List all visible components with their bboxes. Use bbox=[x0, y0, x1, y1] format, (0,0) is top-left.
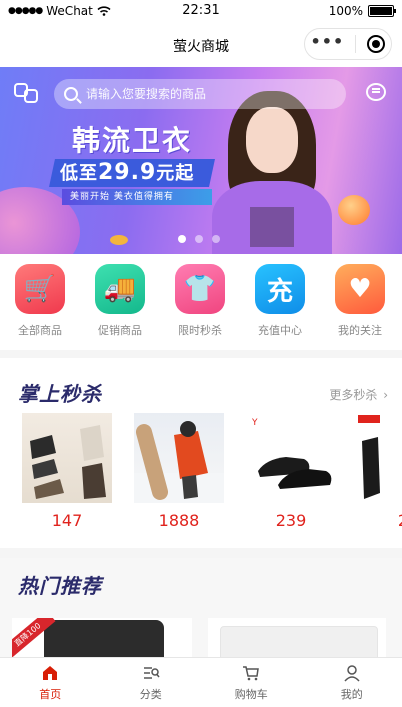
product-card[interactable]: 147 bbox=[22, 413, 112, 533]
battery-percent: 100% bbox=[328, 4, 363, 18]
category-all-products[interactable]: 🛒 全部商品 bbox=[0, 262, 80, 342]
cart-icon bbox=[243, 665, 260, 680]
phone-screen: ●●●●● WeChat 22:31 100% 萤火商城 ••• 请输入您要搜索… bbox=[0, 0, 402, 707]
home-icon bbox=[43, 665, 58, 680]
category-label: 我的关注 bbox=[338, 324, 382, 337]
message-icon[interactable] bbox=[366, 83, 386, 101]
recharge-icon: 充 bbox=[255, 264, 305, 314]
svg-text:Y: Y bbox=[251, 418, 258, 428]
product-card[interactable]: 2 bbox=[358, 413, 402, 533]
cart-glyph: 🛒 bbox=[23, 274, 57, 304]
bottom-tab-bar: 首页 分类 购物车 我的 bbox=[0, 657, 402, 707]
banner-headline: 韩流卫衣 bbox=[72, 124, 193, 157]
category-promotions[interactable]: 🚚 促销商品 bbox=[80, 262, 160, 342]
product-price: 2 bbox=[358, 511, 402, 530]
truck-icon: 🚚 bbox=[95, 264, 145, 314]
tab-profile[interactable]: 我的 bbox=[302, 658, 402, 707]
recommend-card[interactable]: 直降100 bbox=[12, 618, 192, 662]
recommend-card[interactable] bbox=[208, 618, 386, 662]
price-suffix: 元起 bbox=[156, 163, 195, 184]
category-favorites[interactable]: ♥ 我的关注 bbox=[320, 262, 400, 342]
carousel-indicator bbox=[178, 235, 220, 243]
more-flash-sale-link[interactable]: 更多秒杀 › bbox=[329, 386, 388, 403]
search-input[interactable] bbox=[86, 87, 316, 101]
tab-label: 首页 bbox=[39, 687, 62, 701]
model-face bbox=[246, 107, 298, 173]
logo-icon bbox=[14, 81, 42, 105]
carousel-dot[interactable] bbox=[195, 235, 203, 243]
product-image-shoes: Y bbox=[246, 413, 336, 503]
tab-home[interactable]: 首页 bbox=[0, 658, 101, 707]
banner-subtitle: 美丽开始 美衣值得拥有 bbox=[70, 192, 174, 202]
price-value: 29.9 bbox=[98, 160, 157, 185]
heart-glyph: ♥ bbox=[348, 274, 372, 304]
product-price: 147 bbox=[51, 511, 83, 530]
tab-label: 分类 bbox=[139, 687, 162, 701]
product-card[interactable]: Y 239 bbox=[246, 413, 336, 533]
search-icon bbox=[64, 87, 78, 101]
category-recharge[interactable]: 充 充值中心 bbox=[240, 262, 320, 342]
banner-price: 低至29.9元起 bbox=[60, 159, 194, 188]
product-price: 1888 bbox=[158, 511, 200, 530]
carousel-dot[interactable] bbox=[178, 235, 186, 243]
category-grid: 🛒 全部商品 🚚 促销商品 👕 限时秒杀 充 充值中心 ♥ 我的关注 bbox=[0, 262, 402, 342]
banner-decoration bbox=[338, 195, 370, 225]
target-close-icon[interactable] bbox=[367, 35, 386, 53]
truck-glyph: 🚚 bbox=[103, 274, 137, 304]
carousel-dot[interactable] bbox=[212, 235, 220, 243]
price-prefix: 低至 bbox=[60, 163, 98, 184]
product-image-boots bbox=[22, 413, 112, 503]
product-image-device bbox=[44, 620, 164, 662]
tab-label: 购物车 bbox=[234, 687, 268, 701]
hot-recommend-title: 热门推荐 bbox=[18, 574, 102, 598]
product-card[interactable]: 1888 bbox=[134, 413, 224, 533]
user-icon bbox=[344, 664, 360, 682]
tab-label: 我的 bbox=[340, 687, 363, 701]
section-divider bbox=[0, 350, 402, 358]
battery-icon bbox=[368, 5, 396, 17]
category-label: 全部商品 bbox=[18, 324, 62, 337]
heart-icon: ♥ bbox=[335, 264, 385, 314]
shirt-glyph: 👕 bbox=[183, 274, 217, 304]
recharge-glyph: 充 bbox=[266, 276, 293, 307]
tab-cart[interactable]: 购物车 bbox=[201, 658, 302, 707]
status-right: 100% bbox=[328, 4, 396, 18]
ellipsis-icon[interactable]: ••• bbox=[311, 34, 345, 50]
navigation-bar: 萤火商城 ••• bbox=[0, 22, 402, 67]
product-image-snowboard bbox=[134, 413, 224, 503]
flash-sale-product-list: 147 1888 Y 239 bbox=[22, 413, 402, 533]
flash-sale-title: 掌上秒杀 bbox=[18, 382, 102, 406]
category-flash-sale[interactable]: 👕 限时秒杀 bbox=[160, 262, 240, 342]
category-icon bbox=[143, 666, 160, 679]
status-bar: ●●●●● WeChat 22:31 100% bbox=[0, 0, 402, 22]
banner-model-image bbox=[212, 89, 332, 254]
capsule-divider bbox=[355, 35, 357, 53]
tab-category[interactable]: 分类 bbox=[101, 658, 202, 707]
product-image-partial bbox=[358, 413, 402, 503]
category-label: 限时秒杀 bbox=[178, 324, 222, 337]
hoodie-print bbox=[250, 207, 294, 247]
category-label: 促销商品 bbox=[98, 324, 142, 337]
product-price: 239 bbox=[275, 511, 307, 530]
banner-decoration bbox=[110, 235, 128, 245]
promo-banner[interactable]: 韩流卫衣 低至29.9元起 美丽开始 美衣值得拥有 bbox=[0, 67, 402, 254]
chevron-right-icon: › bbox=[383, 388, 388, 402]
shirt-icon: 👕 bbox=[175, 264, 225, 314]
section-divider bbox=[0, 548, 402, 558]
category-label: 充值中心 bbox=[258, 324, 302, 337]
miniprogram-capsule: ••• bbox=[304, 28, 392, 60]
cart-icon: 🛒 bbox=[15, 264, 65, 314]
search-bar[interactable] bbox=[54, 79, 346, 109]
more-label: 更多秒杀 bbox=[329, 388, 378, 402]
